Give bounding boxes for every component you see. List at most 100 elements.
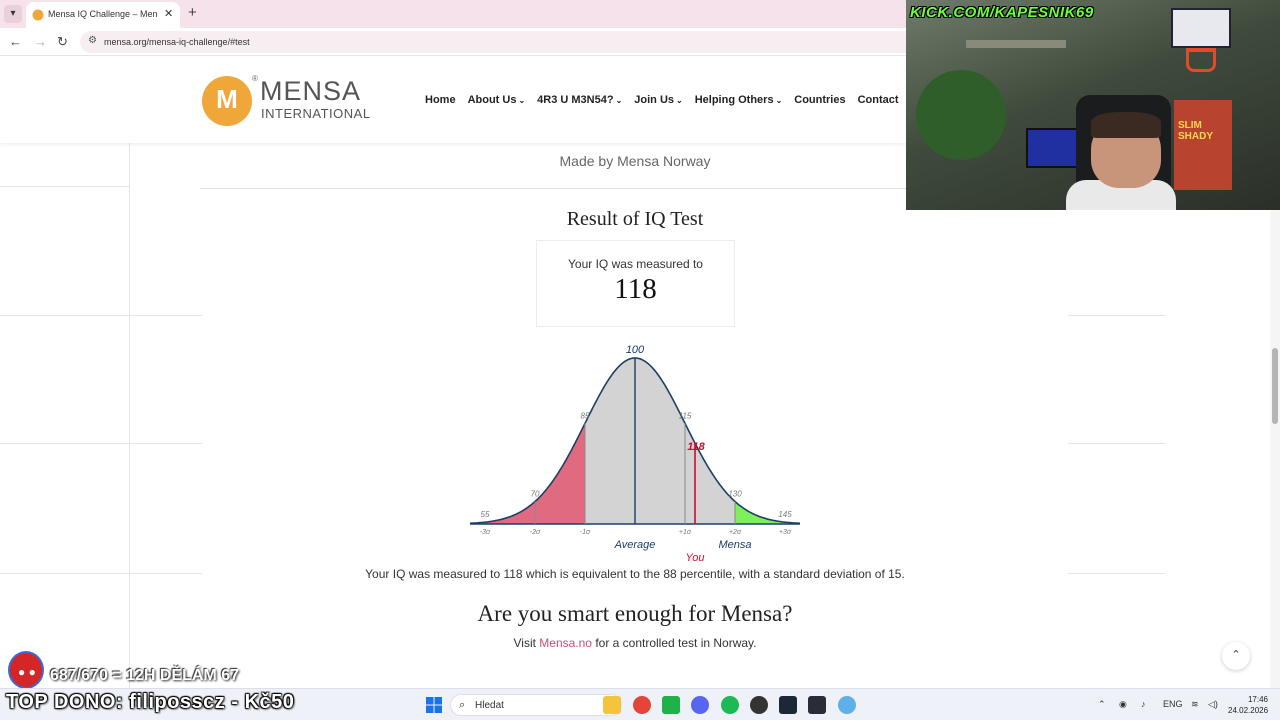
search-icon: ⌕: [459, 699, 466, 711]
menu-item-about-us[interactable]: About Us ⌄: [468, 94, 526, 106]
url-input[interactable]: ⚙ mensa.org/mensa-iq-challenge/#test: [80, 31, 930, 53]
tab-close-icon[interactable]: ✕: [164, 7, 173, 20]
iq-label: Your IQ was measured to: [568, 257, 703, 271]
taskbar-clock[interactable]: 17:46 24.02.2026: [1228, 694, 1268, 716]
menu-label: Countries: [794, 94, 846, 106]
menu-item-countries[interactable]: Countries: [794, 94, 845, 106]
volume-icon[interactable]: ◁): [1208, 699, 1218, 710]
taskbar-search[interactable]: ⌕ Hledat: [450, 694, 622, 716]
clock-date: 24.02.2026: [1228, 706, 1269, 715]
clock-time: 17:46: [1247, 695, 1268, 704]
browser-tab[interactable]: Mensa IQ Challenge – Mensa In ✕: [26, 2, 180, 28]
result-summary: Your IQ was measured to 118 which is equ…: [365, 567, 905, 581]
average-area: [585, 358, 735, 524]
sigma-tick-label: +3σ: [779, 529, 792, 536]
discord-icon[interactable]: [691, 696, 709, 714]
screen: ▾ Mensa IQ Challenge – Mensa In ✕ + ← → …: [0, 0, 1280, 720]
chevron-down-icon: ⌄: [775, 96, 783, 105]
sigma-tick-label: +2σ: [729, 529, 742, 536]
microphone-icon[interactable]: ♪: [1141, 699, 1146, 709]
scrollbar-thumb[interactable]: [1272, 348, 1278, 424]
url-text: mensa.org/mensa-iq-challenge/#test: [104, 37, 250, 47]
page-scrollbar[interactable]: [1270, 210, 1280, 688]
iq-tick-label: 55: [481, 510, 490, 519]
result-title: Result of IQ Test: [566, 208, 704, 230]
grid-line: [1068, 315, 1165, 316]
webcam-poster: SLIM SHADY: [1174, 100, 1232, 190]
language-indicator[interactable]: ENG: [1163, 699, 1183, 709]
chevron-down-icon: ⌄: [615, 96, 623, 105]
wifi-icon[interactable]: ≋: [1191, 699, 1199, 710]
reload-icon[interactable]: ↻: [57, 34, 68, 50]
iq-tick-label: 115: [679, 411, 692, 420]
mensa-label: Mensa: [718, 539, 751, 551]
iq-tick-label: 130: [728, 490, 742, 499]
chevron-down-icon: ⌄: [518, 96, 526, 105]
app-icon-green[interactable]: [662, 696, 680, 714]
iq-distribution-chart: 55 70 85 100 115 130 145 -3σ -2σ -1σ +1σ +2σ +3σ 118 A…: [469, 344, 801, 564]
visit-prefix: Visit: [513, 636, 540, 650]
app-icon-dark[interactable]: [808, 696, 826, 714]
spotify-icon[interactable]: [721, 696, 739, 714]
sigma-tick-label: +1σ: [679, 529, 692, 536]
iq-tick-label: 145: [778, 510, 792, 519]
steam-icon[interactable]: [779, 696, 797, 714]
menu-item-helping-others[interactable]: Helping Others ⌄: [695, 94, 783, 106]
taskbar-search-placeholder: Hledat: [475, 700, 504, 711]
forward-arrow-icon[interactable]: →: [34, 34, 47, 49]
iq-result-card: Your IQ was measured to 118: [536, 240, 735, 327]
sigma-tick-label: -2σ: [530, 529, 541, 536]
iq-value: 118: [614, 273, 657, 305]
mensa-favicon-icon: [32, 9, 44, 21]
menu-item-are-you-mensan[interactable]: 4R3 U M3N54? ⌄: [537, 94, 622, 106]
avatar-face-icon: ● ●: [18, 665, 36, 679]
below-average-area: [470, 423, 585, 524]
network-icon[interactable]: ◉: [1119, 699, 1127, 710]
webcam-plant: [916, 70, 1006, 160]
iq-tick-label: 85: [581, 411, 590, 420]
file-explorer-icon[interactable]: [603, 696, 621, 714]
new-tab-button[interactable]: +: [188, 4, 197, 21]
average-label: Average: [614, 539, 656, 551]
app-icon-blue[interactable]: [838, 696, 856, 714]
logo-subtitle: INTERNATIONAL: [261, 106, 371, 121]
site-info-icon[interactable]: ⚙: [88, 35, 97, 46]
basketball-backboard: [1171, 8, 1231, 48]
menu-label: 4R3 U M3N54?: [537, 94, 614, 106]
chrome-icon[interactable]: [633, 696, 651, 714]
grid-line: [0, 186, 130, 187]
scroll-to-top-button[interactable]: ⌃: [1222, 642, 1250, 670]
windows-start-icon[interactable]: [425, 696, 443, 714]
kick-channel-banner: KICK.COM/KAPESNIK69: [910, 4, 1094, 21]
visit-text: Visit Mensa.no for a controlled test in …: [0, 636, 1270, 650]
webcam-shelf: [966, 40, 1066, 48]
grid-line: [0, 315, 202, 316]
score-label: 118: [687, 441, 705, 453]
iq-tick-label: 100: [626, 344, 645, 356]
menu-item-contact[interactable]: Contact: [858, 94, 899, 106]
stream-goal-text: 687/670 = 12H DĚLÁM 67: [50, 667, 239, 684]
menu-label: Join Us: [634, 94, 675, 106]
logo-mark-letter: M: [216, 84, 238, 114]
main-menu: Home About Us ⌄ 4R3 U M3N54? ⌄ Join Us ⌄ He…: [425, 94, 899, 106]
mensa-logo[interactable]: M ® MENSA INTERNATIONAL: [202, 74, 372, 128]
top-donor-text: TOP DONO: filiposscz - Kč50: [6, 691, 295, 713]
menu-label: Home: [425, 94, 456, 106]
menu-label: Contact: [857, 94, 899, 106]
donation-avatar: ● ●: [8, 651, 44, 689]
menu-item-join-us[interactable]: Join Us ⌄: [634, 94, 682, 106]
back-arrow-icon[interactable]: ←: [9, 34, 22, 49]
visit-suffix: for a controlled test in Norway.: [591, 636, 757, 650]
webcam-overlay: SLIM SHADY KICK.COM/KAPESNIK69: [906, 0, 1280, 210]
obs-icon[interactable]: [750, 696, 768, 714]
poster-text: SLIM SHADY: [1178, 120, 1214, 142]
mensa-no-link[interactable]: Mensa.no: [539, 636, 592, 650]
tray-chevron-icon[interactable]: ⌃: [1098, 699, 1106, 710]
grid-line: [0, 443, 202, 444]
menu-item-home[interactable]: Home: [425, 94, 456, 106]
you-label: You: [686, 552, 705, 564]
menu-label: About Us: [467, 94, 517, 106]
tab-list-button[interactable]: ▾: [4, 5, 22, 23]
sigma-tick-label: -1σ: [580, 529, 591, 536]
chevron-down-icon: ⌄: [676, 96, 683, 105]
